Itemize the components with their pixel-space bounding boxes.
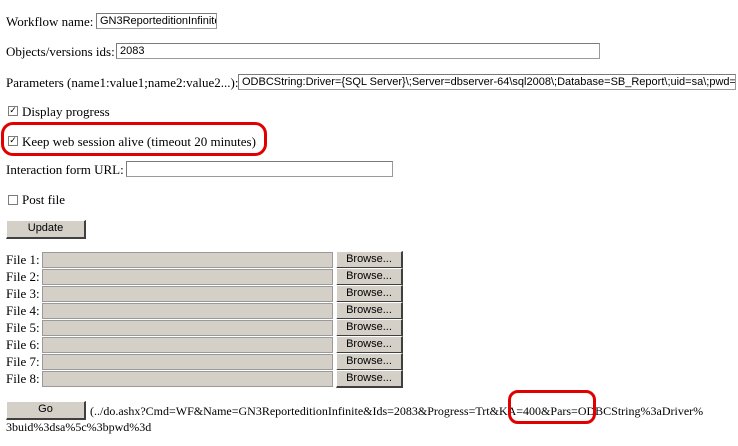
file-label: File 5: [6, 320, 40, 335]
file-label: File 6: [6, 337, 40, 352]
workflow-name-label: Workflow name: [6, 14, 94, 29]
browse-button[interactable]: Browse... [336, 353, 403, 371]
post-file-checkbox[interactable] [8, 195, 18, 205]
workflow-name-input[interactable]: GN3ReporteditionInfinite [96, 13, 217, 29]
file-label: File 7: [6, 354, 40, 369]
browse-button[interactable]: Browse... [336, 268, 403, 286]
browse-button[interactable]: Browse... [336, 285, 403, 303]
file-label: File 2: [6, 269, 40, 284]
go-button[interactable]: Go [6, 401, 86, 420]
browse-button[interactable]: Browse... [336, 302, 403, 320]
file-path-input[interactable] [42, 286, 333, 302]
file-path-input[interactable] [42, 269, 333, 285]
file-path-input[interactable] [42, 303, 333, 319]
browse-button[interactable]: Browse... [336, 336, 403, 354]
file-path-input[interactable] [42, 252, 333, 268]
file-path-input[interactable] [42, 320, 333, 336]
file-path-input[interactable] [42, 337, 333, 353]
parameters-input[interactable]: ODBCString:Driver={SQL Server}\;Server=d… [238, 74, 736, 90]
result-url-start: (../do.ashx?Cmd=WF&Name=GN3Reportedition… [90, 404, 487, 418]
update-button[interactable]: Update [6, 220, 86, 239]
post-file-label: Post file [22, 192, 65, 207]
ka-param-highlight-annotation [508, 390, 596, 424]
file-label: File 8: [6, 371, 40, 386]
file-label: File 3: [6, 286, 40, 301]
display-progress-checkbox[interactable]: ✓ [8, 106, 18, 116]
objects-ids-label: Objects/versions ids: [6, 44, 115, 59]
file-label: File 4: [6, 303, 40, 318]
parameters-label: Parameters (name1:value1;name2:value2...… [6, 75, 239, 90]
result-url-line1[interactable]: (../do.ashx?Cmd=WF&Name=GN3Reportedition… [90, 404, 703, 418]
interaction-url-input[interactable] [126, 161, 393, 177]
objects-ids-input[interactable]: 2083 [116, 43, 600, 59]
file-path-input[interactable] [42, 371, 333, 387]
file-path-input[interactable] [42, 354, 333, 370]
display-progress-label: Display progress [22, 104, 110, 119]
interaction-url-label: Interaction form URL: [6, 162, 124, 177]
browse-button[interactable]: Browse... [336, 370, 403, 388]
result-url-line2[interactable]: 3buid%3dsa%5c%3bpwd%3d [6, 420, 151, 434]
browse-button[interactable]: Browse... [336, 251, 403, 269]
browse-button[interactable]: Browse... [336, 319, 403, 337]
file-label: File 1: [6, 252, 40, 267]
keep-alive-highlight-annotation [1, 122, 267, 156]
